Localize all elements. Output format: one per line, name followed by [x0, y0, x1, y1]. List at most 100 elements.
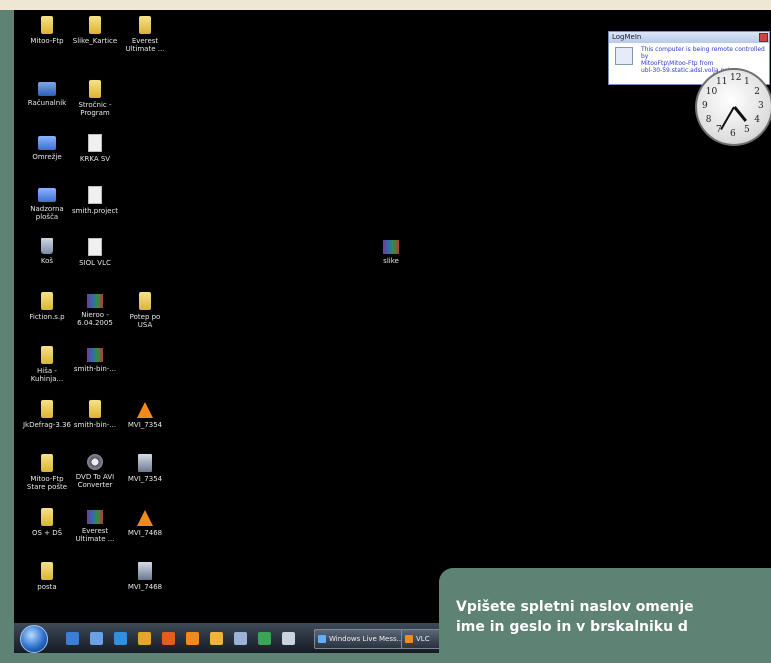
- taskbar-button-label: VLC: [416, 635, 430, 643]
- show-desktop-icon[interactable]: [66, 632, 79, 645]
- search-icon[interactable]: [282, 632, 295, 645]
- desktop-icon[interactable]: JkDefrag-3.36: [20, 400, 74, 429]
- winrar-icon: [87, 348, 103, 362]
- clock-number: 5: [744, 125, 750, 136]
- desktop-icon[interactable]: Koš: [20, 238, 74, 265]
- clock-number: 4: [754, 115, 760, 125]
- desktop-icon[interactable]: Everest Ultimate ...: [68, 508, 122, 543]
- desktop-icon[interactable]: smith-bin-...: [68, 400, 122, 429]
- desktop-icon[interactable]: KRKA SV: [68, 134, 122, 163]
- desktop-icon[interactable]: Nieroo - 6.04.2005: [68, 292, 122, 327]
- desktop-icon-label: MVI_7354: [127, 421, 163, 429]
- network-icon: [38, 136, 56, 150]
- desktop-icon[interactable]: Omrežje: [20, 134, 74, 161]
- desktop-icon-label: Mitoo-Ftp Stare pošte: [26, 475, 68, 491]
- winrar-icon: [87, 294, 103, 308]
- desktop-icon-label: Nieroo - 6.04.2005: [77, 311, 113, 327]
- clock-number: 12: [730, 73, 742, 83]
- start-button[interactable]: [20, 625, 48, 653]
- utorrent-icon[interactable]: [258, 632, 271, 645]
- desktop-icon[interactable]: MVI_7468: [118, 562, 172, 591]
- folder-icon: [41, 346, 53, 364]
- desktop-icon[interactable]: Everest Ultimate ...: [118, 16, 172, 53]
- clock-number: 7: [716, 125, 722, 136]
- desktop-icon[interactable]: slike: [364, 238, 418, 265]
- clock-hour-hand: [732, 106, 747, 122]
- folder-icon: [89, 16, 101, 34]
- desktop-icon-label: MVI_7468: [127, 583, 163, 591]
- desktop-icon-label: Hiša - Kuhinja...: [30, 367, 64, 383]
- messenger-icon[interactable]: [210, 632, 223, 645]
- desktop-icon-label: KRKA SV: [79, 155, 111, 163]
- vlc-icon: [405, 635, 413, 643]
- switch-windows-icon[interactable]: [90, 632, 103, 645]
- desktop-icon-label: Koš: [40, 257, 54, 265]
- desktop-icon[interactable]: Fiction.s.p: [20, 292, 74, 321]
- media-player-icon[interactable]: [138, 632, 151, 645]
- folder-icon: [139, 292, 151, 310]
- taskbar-button-vlc[interactable]: VLC: [401, 629, 441, 649]
- taskbar-button-label: Windows Live Mess...: [329, 635, 404, 643]
- internet-explorer-icon[interactable]: [114, 632, 127, 645]
- desktop-icon-label: Nadzorna plošča: [30, 205, 64, 221]
- desktop-icon-label: Everest Ultimate ...: [75, 527, 115, 543]
- clock-number: 2: [754, 87, 760, 97]
- firefox-icon[interactable]: [162, 632, 175, 645]
- desktop-icon-label: slike: [383, 257, 399, 265]
- messenger-icon: [318, 635, 326, 643]
- desktop-icon[interactable]: Stročnic - Program: [68, 80, 122, 117]
- folder-icon: [41, 292, 53, 310]
- doc-icon: [88, 186, 102, 204]
- desktop-icon[interactable]: posta: [20, 562, 74, 591]
- clock-minute-hand: [720, 106, 735, 131]
- desktop-icon[interactable]: MVI_7354: [118, 454, 172, 483]
- desktop-icon-label: Slike_Kartice: [72, 37, 118, 45]
- clock-gadget[interactable]: 12 1 2 3 4 5 6 7 8 9 10 11: [695, 68, 771, 146]
- gear-icon: [87, 454, 103, 470]
- cone-icon: [137, 402, 153, 418]
- notification-line: This computer is being remote controlled…: [641, 46, 765, 60]
- desktop-icon-label: Fiction.s.p: [29, 313, 65, 321]
- folder-icon: [41, 508, 53, 526]
- desktop-icon[interactable]: OS + DŠ: [20, 508, 74, 537]
- clock-number: 3: [758, 101, 764, 111]
- film-icon: [138, 454, 152, 472]
- desktop-icon[interactable]: MVI_7468: [118, 508, 172, 537]
- desktop-icon[interactable]: Slike_Kartice: [68, 16, 122, 45]
- desktop-icon-label: DVD To AVI Converter: [75, 473, 115, 489]
- desktop-icon[interactable]: Hiša - Kuhinja...: [20, 346, 74, 383]
- desktop-icon-label: OS + DŠ: [31, 529, 63, 537]
- desktop-icon-label: MVI_7354: [127, 475, 163, 483]
- notepad-icon[interactable]: [234, 632, 247, 645]
- desktop-icon[interactable]: SIOL VLC: [68, 238, 122, 267]
- desktop-icon[interactable]: Nadzorna plošča: [20, 186, 74, 221]
- desktop-icon-label: SIOL VLC: [79, 259, 111, 267]
- desktop-icon[interactable]: DVD To AVI Converter: [68, 454, 122, 489]
- article-caption: Vpišete spletni naslov omenje ime in ges…: [439, 568, 771, 663]
- desktop-icon[interactable]: smith-bin-...: [68, 346, 122, 373]
- desktop-icon[interactable]: Mitoo-Ftp Stare pošte: [20, 454, 74, 491]
- vlc-icon[interactable]: [186, 632, 199, 645]
- notification-title: LogMeIn: [609, 32, 769, 43]
- desktop-icon[interactable]: Računalnik: [20, 80, 74, 107]
- desktop-icon[interactable]: smith.project: [68, 186, 122, 215]
- clock-number: 10: [705, 87, 718, 97]
- desktop-icon[interactable]: Mitoo-Ftp: [20, 16, 74, 45]
- desktop-icon-label: MVI_7468: [127, 529, 163, 537]
- desktop[interactable]: Mitoo-Ftp Slike_Kartice Everest Ultimate .…: [14, 10, 771, 653]
- desktop-icon[interactable]: MVI_7354: [118, 400, 172, 429]
- network-icon: [38, 188, 56, 202]
- clock-number: 1: [744, 76, 750, 87]
- desktop-icon-label: smith-bin-...: [73, 421, 117, 429]
- taskbar-button-messenger[interactable]: Windows Live Mess...: [314, 629, 412, 649]
- folder-icon: [41, 400, 53, 418]
- doc-icon: [88, 238, 102, 256]
- caption-line: Vpišete spletni naslov omenje: [456, 599, 694, 615]
- folder-icon: [89, 400, 101, 418]
- close-icon[interactable]: [759, 33, 768, 42]
- desktop-icon-label: posta: [37, 583, 57, 591]
- cone-icon: [137, 510, 153, 526]
- desktop-icon-label: Računalnik: [27, 99, 67, 107]
- desktop-icon[interactable]: Potep po USA: [118, 292, 172, 329]
- bin-icon: [41, 238, 53, 254]
